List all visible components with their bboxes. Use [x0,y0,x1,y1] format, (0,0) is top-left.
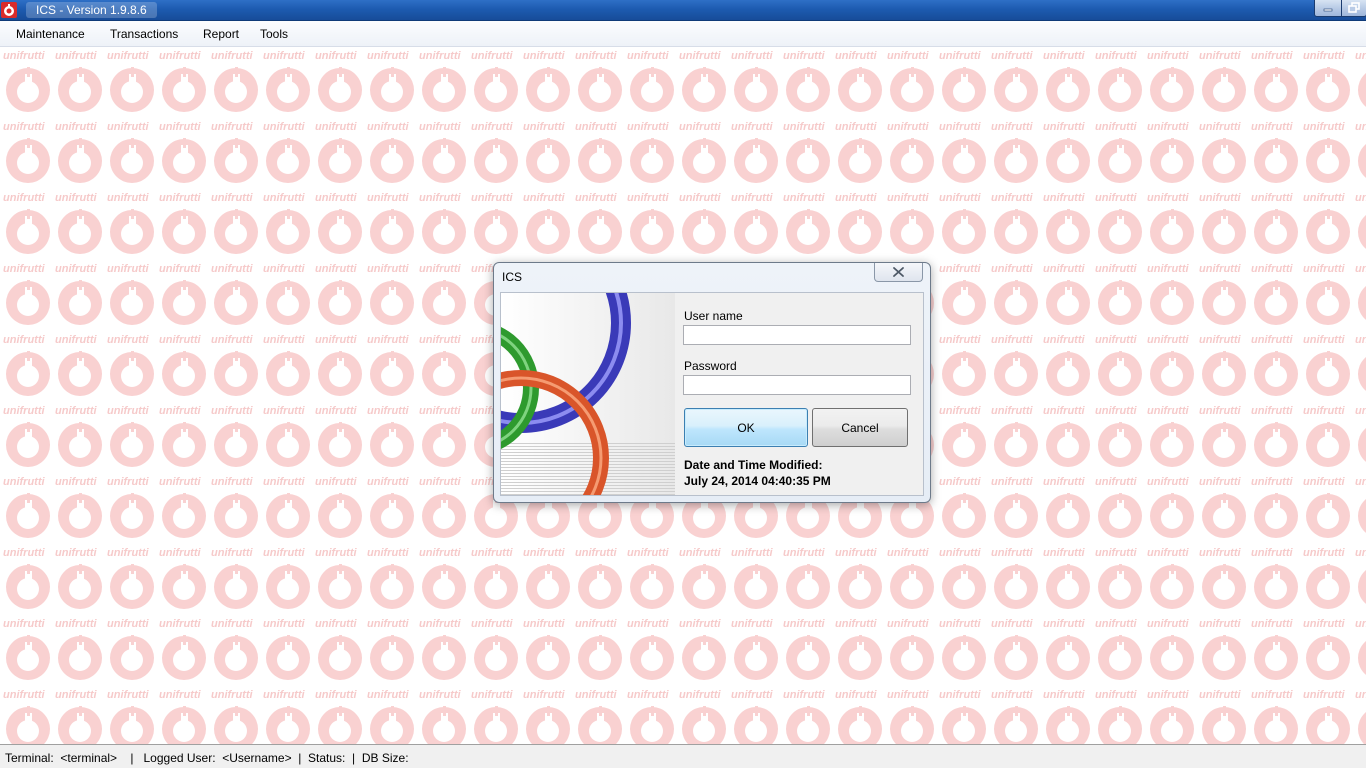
modified-label: Date and Time Modified: [684,458,823,472]
username-input[interactable] [683,325,911,345]
password-input[interactable] [683,375,911,395]
status-bar: Terminal: <terminal> | Logged User: <Use… [0,744,1366,768]
username-label: User name [684,309,743,323]
ok-button[interactable]: OK [684,408,808,447]
restore-icon [1348,2,1360,13]
app-logo-icon[interactable] [1,2,17,18]
main-window: ICS - Version 1.9.8.6 Maintenance Transa… [0,0,1366,768]
password-label: Password [684,359,737,373]
title-bar: ICS - Version 1.9.8.6 [0,0,1366,21]
close-icon [893,267,904,277]
modified-value: July 24, 2014 04:40:35 PM [684,474,831,488]
status-text: Terminal: <terminal> | Logged User: <Use… [5,751,409,765]
window-title: ICS - Version 1.9.8.6 [26,2,157,18]
menu-report[interactable]: Report [203,26,239,42]
rings-logo-image [501,293,675,495]
dialog-close-button[interactable] [874,263,923,282]
minimize-icon [1323,8,1333,12]
dialog-title: ICS [502,270,523,284]
minimize-button[interactable] [1314,0,1342,17]
login-dialog: ICS User name Password OK Cancel Date an… [493,262,931,503]
menu-bar: Maintenance Transactions Report Tools [0,21,1366,47]
restore-button[interactable] [1341,0,1366,17]
menu-tools[interactable]: Tools [260,26,288,42]
menu-transactions[interactable]: Transactions [110,26,178,42]
menu-maintenance[interactable]: Maintenance [16,26,85,42]
cancel-button[interactable]: Cancel [812,408,908,447]
dialog-body: User name Password OK Cancel Date and Ti… [500,292,924,496]
